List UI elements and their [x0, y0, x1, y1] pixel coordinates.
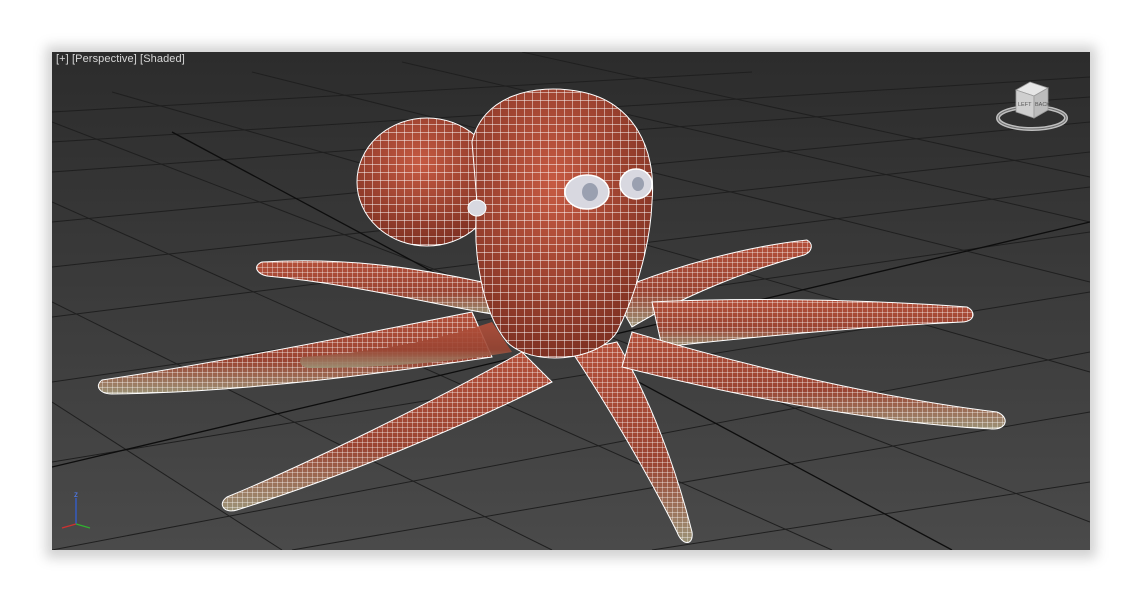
viewport-label: [+] [Perspective] [Shaded] [56, 53, 185, 65]
viewport-menu-perspective[interactable]: [Perspective] [72, 53, 137, 65]
viewport-scene[interactable] [52, 52, 1090, 550]
viewport-menu-shaded[interactable]: [Shaded] [140, 53, 185, 65]
viewcube-face-left: LEFT [1018, 102, 1032, 108]
axis-z-label: z [74, 490, 78, 499]
axis-tripod-icon: z [61, 490, 91, 529]
octopus-mesh[interactable] [97, 88, 1006, 543]
viewcube-face-back: BACK [1035, 102, 1050, 108]
viewcube-icon[interactable]: LEFT BACK [996, 78, 1078, 136]
perspective-viewport[interactable]: [+] [Perspective] [Shaded] LEFT BACK z [52, 52, 1090, 550]
viewport-menu-plus[interactable]: [+] [56, 53, 69, 65]
